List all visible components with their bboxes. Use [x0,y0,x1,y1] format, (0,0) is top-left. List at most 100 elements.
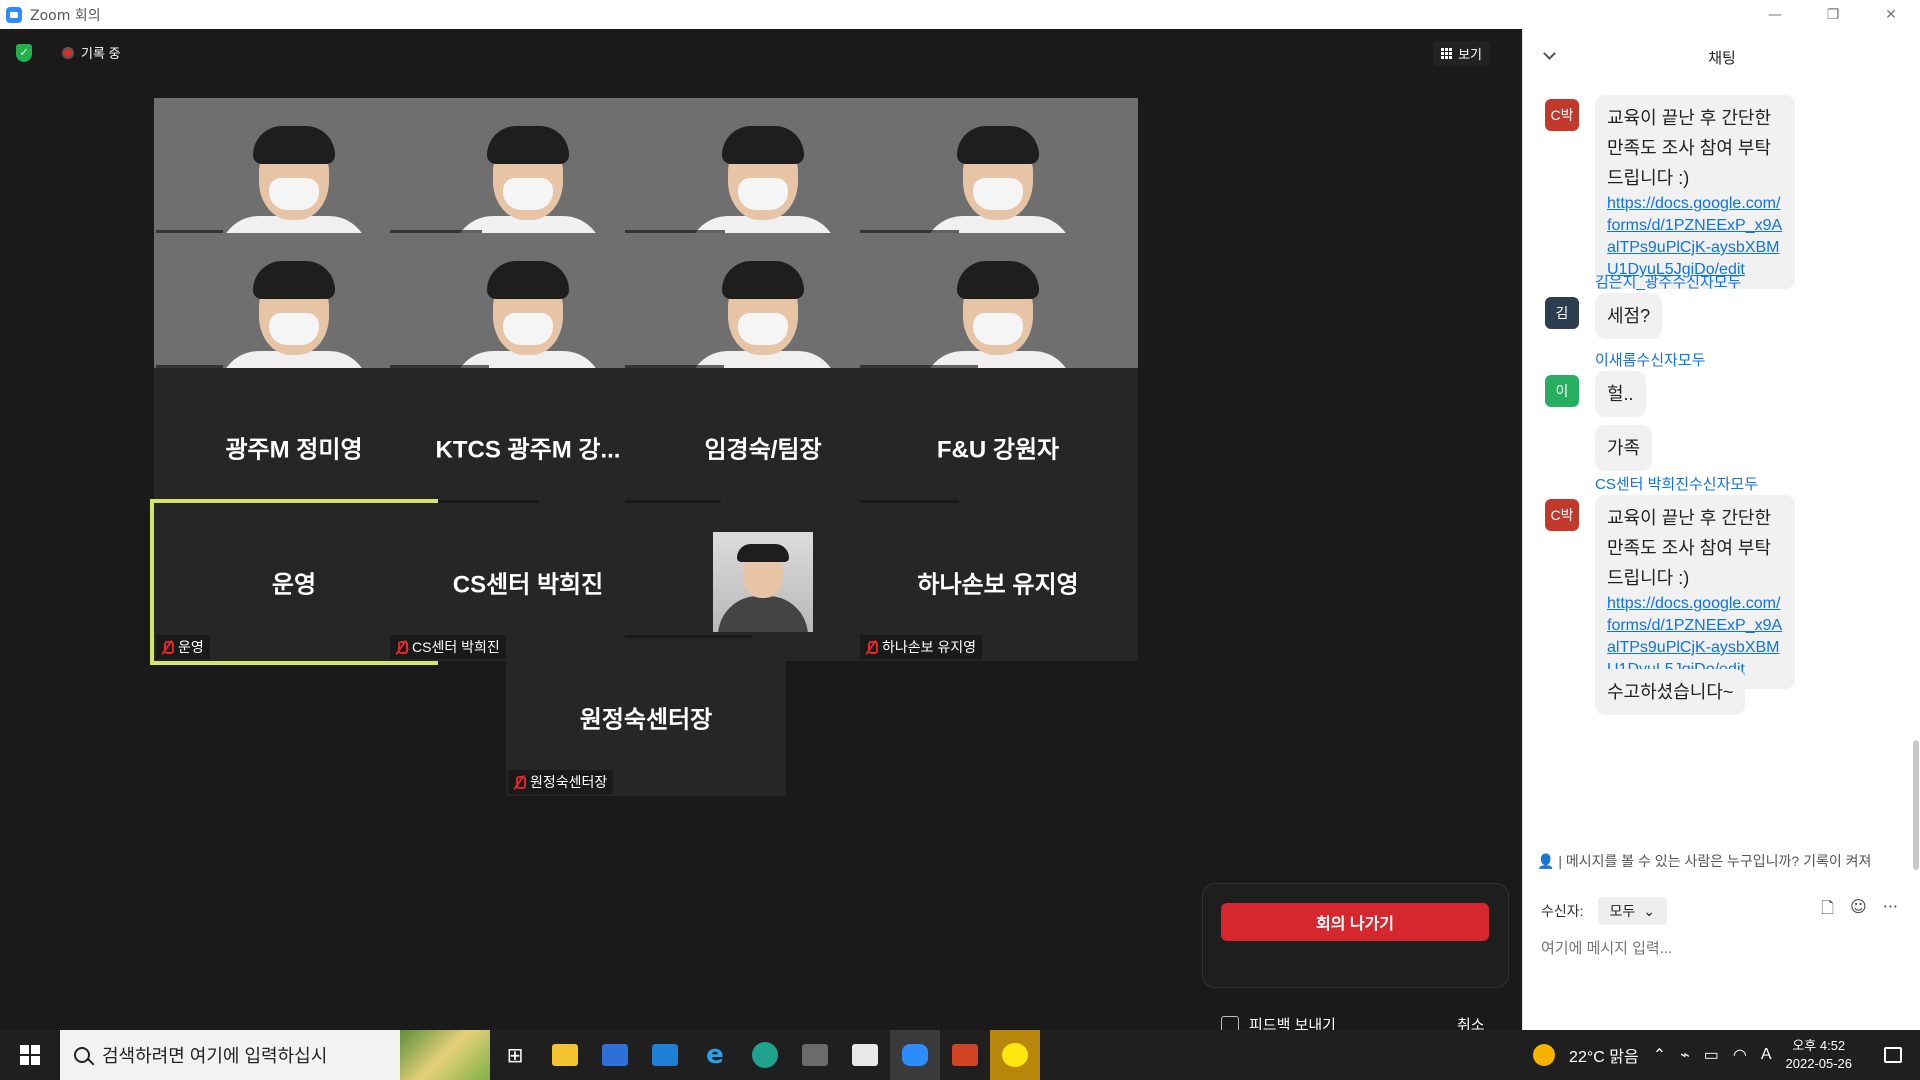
participant-name-tag: 원정숙센터장 [508,770,614,794]
window-title: Zoom 회의 [30,7,101,24]
chat-message-text: 교육이 끝난 후 간단한 만족도 조사 참여 부탁드립니다 :) [1607,508,1772,588]
search-highlight-image [400,1030,490,1080]
minimize-button[interactable]: — [1746,0,1804,29]
participant-name-tag: CS센터 박희진 [390,635,506,659]
chat-avatar: C박 [1545,499,1579,531]
chat-panel: 채팅 C박 교육이 끝난 후 간단한 만족도 조사 참여 부탁드립니다 :) htt… [1522,29,1920,1030]
paint-app-icon[interactable] [840,1030,890,1080]
chat-header: 채팅 [1523,29,1920,85]
participant-display-name: 하나손보 유지영 [917,571,1079,599]
chat-avatar: 이 [1545,375,1579,407]
chat-message-link[interactable]: https://docs.google.com/forms/d/1PZNEExP… [1607,193,1783,281]
participant-name-tag: 하나손보 유지영 [860,635,983,659]
more-icon[interactable]: ··· [1883,897,1898,924]
task-view-icon[interactable]: ⊞ [490,1030,540,1080]
powerpoint-icon[interactable] [940,1030,990,1080]
participant-name: 원정숙센터장 [530,774,608,790]
system-tray: 22°C 맑음 ⌃ ⌁ ▭ ◠ A 오후 4:52 2022-05-26 [1533,1030,1920,1080]
search-placeholder: 검색하려면 여기에 입력하십시 [102,1046,328,1066]
participant-name: CS센터 박희진 [412,639,500,655]
zoom-taskbar-icon[interactable] [890,1030,940,1080]
chat-title: 채팅 [1708,49,1736,67]
restore-button[interactable]: ❐ [1804,0,1862,29]
chat-sender[interactable]: CS센터 박희진수신자모두 [1595,473,1758,494]
chat-bubble: 헐.. [1595,371,1646,417]
participant-profile-photo [713,532,813,632]
chat-bubble: 교육이 끝난 후 간단한 만족도 조사 참여 부탁드립니다 :) https://… [1595,95,1795,289]
chat-message-text: 교육이 끝난 후 간단한 만족도 조사 참여 부탁드립니다 :) [1607,108,1772,188]
recording-indicator[interactable]: 기록 중 [62,43,121,62]
meeting-area: ✓ 기록 중 보기 김완교정경호박사김은지_광주F&U 박영주문성준F&U 노현… [0,29,1522,1034]
privacy-notice-text: 메시지를 볼 수 있는 사람은 누구입니까? 기록이 켜져 [1565,853,1872,869]
mic-muted-icon [394,640,408,654]
chat-message-input[interactable] [1541,931,1901,965]
chat-message-text: 세점? [1607,306,1651,326]
chat-sender[interactable]: 이새롬수신자모두 [1595,349,1705,370]
clock-time: 오후 4:52 [1792,1038,1846,1053]
file-icon[interactable]: 🗋 [1821,897,1834,924]
window-titlebar: Zoom 회의 — ❐ ✕ [0,0,1920,29]
window-controls: — ❐ ✕ [1746,0,1920,29]
app-icon[interactable] [790,1030,840,1080]
recipient-value: 모두 [1609,903,1636,919]
chat-message-text: 헐.. [1607,384,1634,404]
zoom-app-icon [6,6,22,23]
network-icon[interactable]: ⌁ [1680,1045,1690,1065]
chat-bubble: 가족 [1595,425,1653,471]
chat-message-text: 수고하셨습니다~ [1607,682,1734,702]
gallery-grid-icon [1441,48,1453,59]
clock[interactable]: 오후 4:52 2022-05-26 [1786,1037,1853,1073]
view-button-label: 보기 [1458,48,1482,63]
leave-meeting-panel: 회의 나가기 [1203,884,1508,987]
chat-avatar: 김 [1545,297,1579,329]
recipient-label: 수신자: [1541,903,1584,919]
kakaotalk-icon[interactable] [990,1030,1040,1080]
taskbar: 검색하려면 여기에 입력하십시 ⊞ e 22°C 맑음 ⌃ ⌁ ▭ ◠ A 오후… [0,1030,1920,1080]
internet-explorer-icon[interactable]: e [690,1030,740,1080]
recording-label: 기록 중 [81,46,121,61]
mail-icon[interactable] [640,1030,690,1080]
chat-sender[interactable]: 김은지_광주수신자모두 [1595,271,1741,292]
recipient-row: 수신자: 모두 ⌄ [1541,897,1668,925]
recipient-select[interactable]: 모두 ⌄ [1597,897,1668,925]
mic-muted-icon [864,640,878,654]
chat-bubble: 교육이 끝난 후 간단한 만족도 조사 참여 부탁드립니다 :) https://… [1595,495,1795,689]
close-button[interactable]: ✕ [1862,0,1920,29]
file-explorer-icon[interactable] [540,1030,590,1080]
participant-display-name: F&U 강원자 [936,436,1060,464]
chat-bubble: 수고하셨습니다~ [1595,669,1746,715]
leave-meeting-button[interactable]: 회의 나가기 [1221,903,1489,941]
windows-logo-icon [20,1045,40,1065]
weather-text[interactable]: 22°C 맑음 [1569,1043,1639,1067]
edge-browser-icon[interactable] [740,1030,790,1080]
participant-name: 운영 [178,639,204,655]
chat-avatar: C박 [1545,99,1579,131]
participant-tile[interactable]: 하나손보 유지영 하나손보 유지영 [858,503,1138,661]
start-button[interactable] [0,1030,60,1080]
chat-messages[interactable]: C박 교육이 끝난 후 간단한 만족도 조사 참여 부탁드립니다 :) https:… [1523,85,1920,871]
ime-indicator[interactable]: A [1761,1046,1772,1064]
battery-icon[interactable]: ▭ [1704,1045,1719,1065]
meeting-status-bar: ✓ 기록 중 [16,43,121,62]
participant-name-tag: 운영 [156,635,210,659]
mic-muted-icon [512,775,526,789]
emoji-icon[interactable]: ☺ [1850,897,1867,924]
participant-display-name: 원정숙센터장 [579,706,713,734]
chat-message-link[interactable]: https://docs.google.com/forms/d/1PZNEExP… [1607,593,1783,681]
tray-chevron-up-icon[interactable]: ⌃ [1653,1045,1666,1065]
notification-icon[interactable] [1884,1047,1902,1063]
chat-message-text: 가족 [1607,438,1641,458]
clock-date: 2022-05-26 [1785,1056,1853,1071]
taskbar-search[interactable]: 검색하려면 여기에 입력하십시 [60,1030,490,1080]
chat-bubble: 세점? [1595,293,1663,339]
wifi-icon[interactable]: ◠ [1733,1045,1747,1065]
security-shield-icon[interactable]: ✓ [16,43,32,62]
chevron-down-icon[interactable] [1543,47,1556,60]
participant-tile[interactable]: 원정숙센터장 원정숙센터장 [506,638,786,796]
privacy-notice[interactable]: 👤 | 메시지를 볼 수 있는 사람은 누구입니까? 기록이 켜져 [1537,851,1917,871]
chevron-down-icon: ⌄ [1643,902,1656,919]
store-icon[interactable] [590,1030,640,1080]
recording-dot-icon [62,46,74,59]
weather-sun-icon[interactable] [1533,1044,1556,1066]
view-button[interactable]: 보기 [1433,41,1490,66]
